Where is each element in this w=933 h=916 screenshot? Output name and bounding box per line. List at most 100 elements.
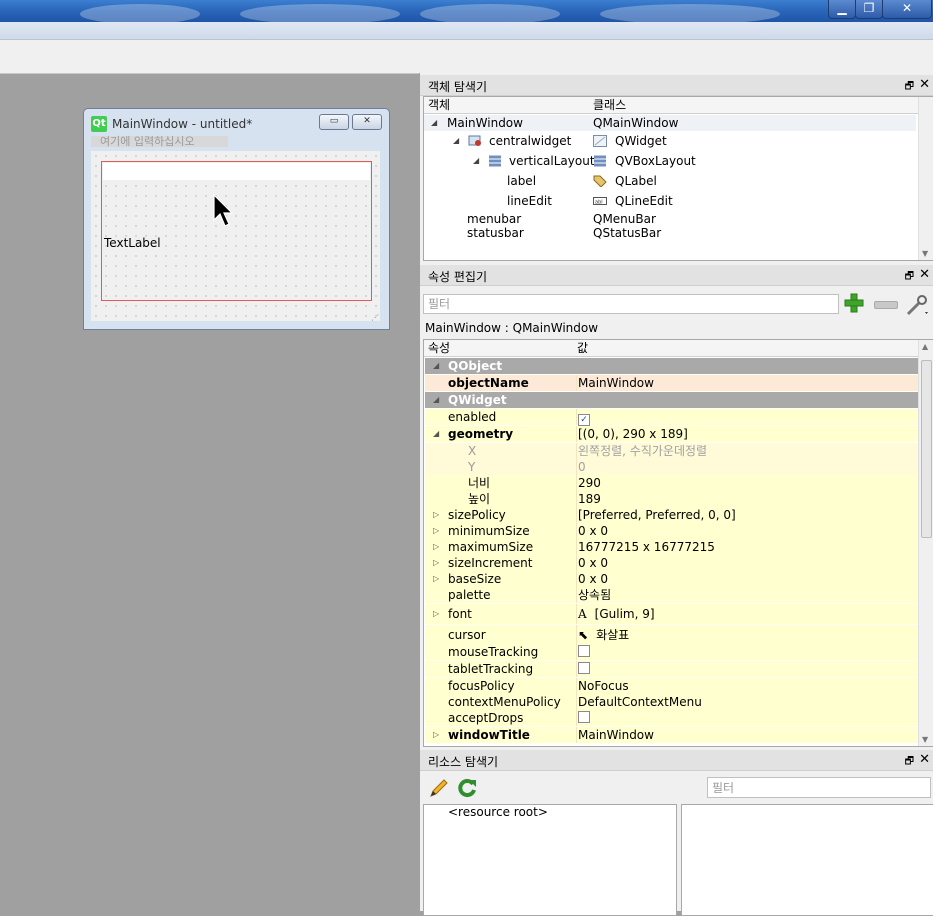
property-value[interactable]: 0 x 0 xyxy=(578,571,608,587)
close-window-button[interactable]: ✕ xyxy=(882,0,932,19)
close-icon[interactable]: ✕ xyxy=(919,267,930,282)
expand-arrow-icon[interactable]: ◢ xyxy=(433,358,439,374)
property-row-contextmenupolicy[interactable]: contextMenuPolicy DefaultContextMenu xyxy=(425,694,919,711)
property-table[interactable]: 속성 값 ◢ QObject objectName MainWindow ◢ QWidge… xyxy=(423,339,933,747)
form-line-edit[interactable] xyxy=(103,163,370,180)
property-row-x[interactable]: X 왼쪽정렬, 수직가운데정렬 xyxy=(425,443,919,460)
expand-arrow-icon[interactable]: ▷ xyxy=(433,539,439,555)
property-value[interactable] xyxy=(578,710,590,726)
form-text-label[interactable]: TextLabel xyxy=(104,236,161,250)
resource-filter-input[interactable] xyxy=(707,777,931,798)
property-scroll-thumb[interactable] xyxy=(921,360,932,538)
object-tree-scrollbar[interactable]: ▼ xyxy=(918,97,933,260)
property-row-font[interactable]: ▷ font A [Gulim, 9] xyxy=(425,604,919,625)
minimize-button[interactable]: ▁ xyxy=(828,0,856,19)
property-row-qobject[interactable]: ◢ QObject xyxy=(425,358,919,375)
property-row-palette[interactable]: palette 상속됨 xyxy=(425,587,919,604)
property-value[interactable]: 0 x 0 xyxy=(578,555,608,571)
property-row-enabled[interactable]: enabled ✓ xyxy=(425,409,919,426)
property-value[interactable]: ✓ xyxy=(578,409,590,426)
resource-root-item[interactable]: <resource root> xyxy=(448,805,548,819)
expand-arrow-icon[interactable]: ▷ xyxy=(433,727,439,743)
property-value[interactable]: [(0, 0), 290 x 189] xyxy=(578,426,688,442)
property-row-cursor[interactable]: cursor ⬉ 화살표 xyxy=(425,625,919,646)
property-value[interactable]: MainWindow xyxy=(578,375,654,391)
property-checkbox[interactable] xyxy=(578,645,590,657)
property-row-maximumsize[interactable]: ▷ maximumSize 16777215 x 16777215 xyxy=(425,539,919,556)
tree-row-statusbar[interactable]: statusbar QStatusBar xyxy=(424,225,916,241)
expand-arrow-icon[interactable]: ▷ xyxy=(433,555,439,571)
col-class-header[interactable]: 클래스 xyxy=(593,97,626,113)
property-row-minimumsize[interactable]: ▷ minimumSize 0 x 0 xyxy=(425,523,919,540)
property-value[interactable]: MainWindow xyxy=(578,727,654,743)
property-row-sizepolicy[interactable]: ▷ sizePolicy [Preferred, Preferred, 0, 0] xyxy=(425,507,919,524)
resource-files-list[interactable] xyxy=(681,804,933,916)
resize-grip-icon[interactable]: ⋰ xyxy=(371,313,379,322)
expand-arrow-icon[interactable]: ▷ xyxy=(433,523,439,539)
property-value[interactable]: ⬉ 화살표 xyxy=(578,625,629,645)
close-icon[interactable]: ✕ xyxy=(919,752,930,767)
configure-button[interactable] xyxy=(904,293,930,317)
float-icon[interactable]: 🗗 xyxy=(905,754,914,771)
property-value[interactable]: 상속됨 xyxy=(578,587,611,603)
form-menu-placeholder[interactable]: 여기에 입력하십시오 xyxy=(91,136,228,147)
property-row-높이[interactable]: 높이 189 xyxy=(425,491,919,508)
col-object-header[interactable]: 객체 xyxy=(428,97,450,113)
expand-arrow-icon[interactable]: ◢ xyxy=(433,426,439,442)
property-value[interactable]: DefaultContextMenu xyxy=(578,694,702,710)
property-row-mousetracking[interactable]: mouseTracking xyxy=(425,644,919,661)
reload-resources-button[interactable] xyxy=(456,777,478,799)
col-property-header[interactable]: 속성 xyxy=(428,340,450,356)
property-value[interactable] xyxy=(578,644,590,660)
form-canvas[interactable]: TextLabel xyxy=(91,151,380,321)
property-row-qwidget[interactable]: ◢ QWidget xyxy=(425,392,919,409)
property-row-basesize[interactable]: ▷ baseSize 0 x 0 xyxy=(425,571,919,588)
add-property-button[interactable] xyxy=(843,291,865,315)
form-close-button[interactable]: ✕ xyxy=(352,114,382,130)
edit-resources-button[interactable] xyxy=(428,777,450,799)
col-value-header[interactable]: 값 xyxy=(577,340,588,356)
property-row-focuspolicy[interactable]: focusPolicy NoFocus xyxy=(425,678,919,695)
expand-arrow-icon[interactable]: ◢ xyxy=(433,392,439,408)
tree-row-centralwidget[interactable]: ◢ centralwidget QWidget xyxy=(424,133,916,149)
property-row-geometry[interactable]: ◢ geometry [(0, 0), 290 x 189] xyxy=(425,426,919,443)
property-row-너비[interactable]: 너비 290 xyxy=(425,475,919,492)
float-icon[interactable]: 🗗 xyxy=(905,269,914,286)
property-row-objectname[interactable]: objectName MainWindow xyxy=(425,375,919,392)
tree-row-mainwindow[interactable]: ◢ MainWindow QMainWindow xyxy=(424,115,916,131)
property-row-windowtitle[interactable]: ▷ windowTitle MainWindow xyxy=(425,727,919,744)
tree-row-verticallayout[interactable]: ◢ verticalLayout QVBoxLayout xyxy=(424,153,916,169)
property-value[interactable]: 16777215 x 16777215 xyxy=(578,539,715,555)
expand-arrow-icon[interactable]: ▷ xyxy=(433,571,439,587)
tree-row-label[interactable]: label QLabel xyxy=(424,173,916,189)
property-value[interactable]: 왼쪽정렬, 수직가운데정렬 xyxy=(578,443,707,459)
property-row-y[interactable]: Y0 xyxy=(425,459,919,476)
property-filter-input[interactable] xyxy=(423,294,839,314)
vertical-layout-box[interactable]: TextLabel xyxy=(101,161,372,301)
tree-row-lineedit[interactable]: lineEdit abl QLineEdit xyxy=(424,193,916,209)
resource-tree[interactable]: <resource root> xyxy=(423,804,677,916)
property-value[interactable]: [Preferred, Preferred, 0, 0] xyxy=(578,507,736,523)
property-row-sizeincrement[interactable]: ▷ sizeIncrement 0 x 0 xyxy=(425,555,919,572)
property-value[interactable]: 0 xyxy=(578,459,586,475)
expand-arrow-icon[interactable]: ▷ xyxy=(433,604,439,624)
property-value[interactable]: A [Gulim, 9] xyxy=(578,604,655,624)
form-minimize-button[interactable]: ▭ xyxy=(319,114,349,130)
property-value[interactable] xyxy=(578,661,590,677)
float-icon[interactable]: 🗗 xyxy=(905,79,914,96)
property-value[interactable]: 189 xyxy=(578,491,601,507)
property-value[interactable]: NoFocus xyxy=(578,678,629,694)
form-preview-window[interactable]: Qt MainWindow - untitled* ▭ ✕ 여기에 입력하십시오… xyxy=(83,108,390,330)
property-value[interactable]: 290 xyxy=(578,475,601,491)
remove-property-button[interactable] xyxy=(874,301,898,309)
property-checkbox[interactable]: ✓ xyxy=(578,414,590,426)
property-checkbox[interactable] xyxy=(578,662,590,674)
property-table-scrollbar[interactable]: ▲ ▼ xyxy=(918,340,933,746)
restore-button[interactable]: ❐ xyxy=(855,0,883,19)
property-value[interactable]: 0 x 0 xyxy=(578,523,608,539)
close-icon[interactable]: ✕ xyxy=(919,77,930,92)
property-row-acceptdrops[interactable]: acceptDrops xyxy=(425,710,919,727)
object-inspector-tree[interactable]: 객체 클래스 ◢ MainWindow QMainWindow ◢ centra… xyxy=(423,96,933,261)
expand-arrow-icon[interactable]: ▷ xyxy=(433,507,439,523)
property-row-tablettracking[interactable]: tabletTracking xyxy=(425,661,919,678)
